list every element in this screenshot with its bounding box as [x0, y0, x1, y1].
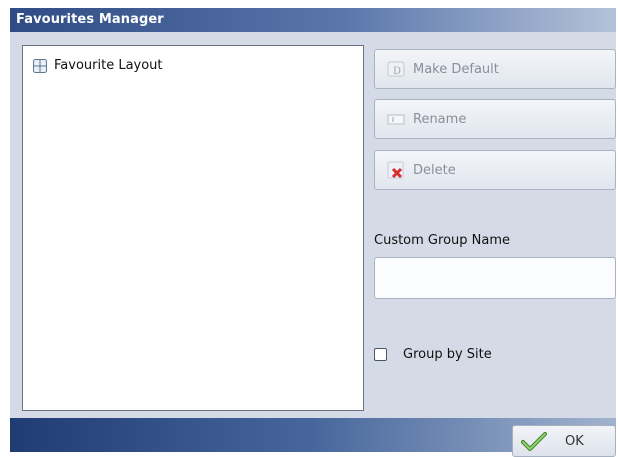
rename-icon — [385, 108, 407, 130]
layout-grid-icon — [33, 58, 47, 73]
checkmark-icon — [521, 431, 547, 451]
delete-icon — [385, 159, 407, 181]
favourites-manager-window: Favourites Manager Favourite Layout D Ma… — [10, 8, 616, 457]
group-by-site-row[interactable]: Group by Site — [374, 344, 492, 364]
make-default-button[interactable]: D Make Default — [374, 49, 616, 89]
group-by-site-label: Group by Site — [403, 346, 492, 362]
favourites-list[interactable]: Favourite Layout — [22, 45, 364, 411]
list-item-label: Favourite Layout — [54, 57, 163, 73]
make-default-icon: D — [385, 58, 407, 80]
custom-group-name-label: Custom Group Name — [374, 233, 510, 248]
list-item-favourite-layout[interactable]: Favourite Layout — [33, 55, 163, 75]
ok-button[interactable]: OK — [512, 425, 616, 457]
ok-label: OK — [565, 433, 584, 449]
custom-group-name-input[interactable] — [374, 257, 616, 299]
rename-label: Rename — [413, 111, 467, 127]
make-default-label: Make Default — [413, 61, 499, 77]
delete-label: Delete — [413, 162, 456, 178]
rename-button[interactable]: Rename — [374, 99, 616, 139]
svg-text:D: D — [393, 66, 401, 77]
window-title: Favourites Manager — [16, 12, 164, 27]
group-by-site-checkbox[interactable] — [374, 347, 387, 361]
title-bar[interactable]: Favourites Manager — [10, 8, 616, 32]
delete-button[interactable]: Delete — [374, 150, 616, 190]
